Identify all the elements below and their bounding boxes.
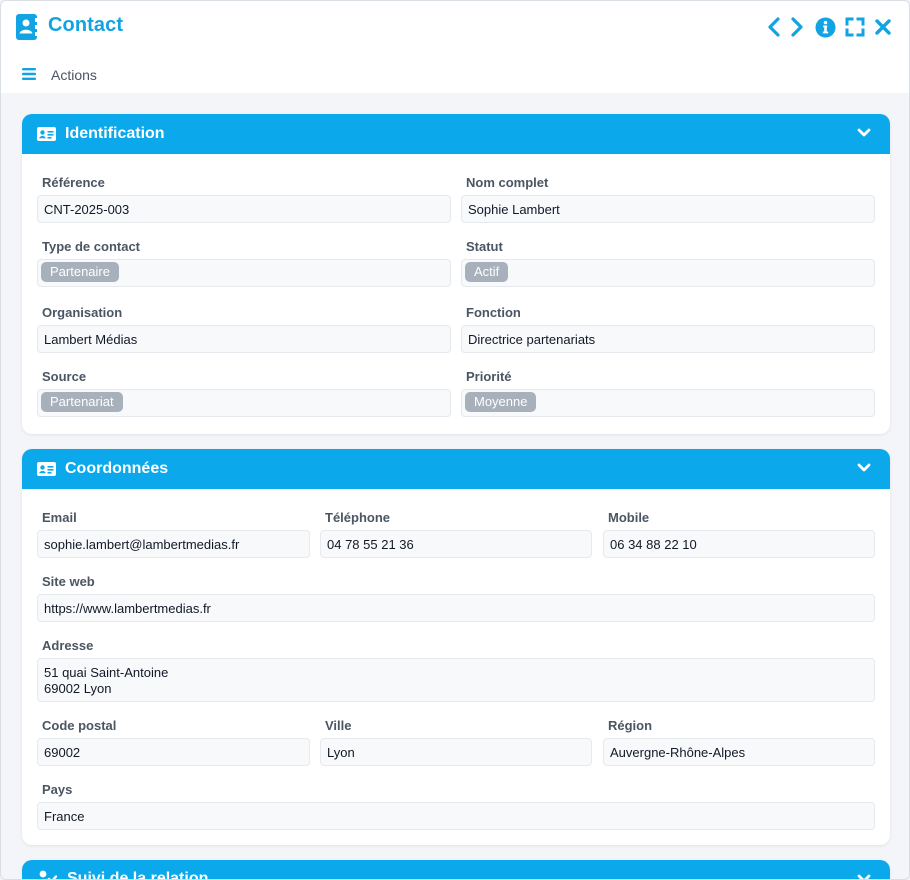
identification-title: Identification xyxy=(65,125,165,142)
type-contact-tag: Partenaire xyxy=(41,262,119,282)
type-contact-label: Type de contact xyxy=(42,239,141,254)
priorite-field[interactable]: Moyenne xyxy=(461,389,875,417)
close-icon xyxy=(875,19,891,35)
window-title: Contact xyxy=(48,14,124,36)
coordonnees-header[interactable]: Coordonnées xyxy=(22,449,890,489)
adresse-field[interactable]: 51 quai Saint-Antoine 69002 Lyon xyxy=(37,658,875,702)
previous-record-button[interactable] xyxy=(763,15,785,39)
email-label: Email xyxy=(42,510,77,525)
contact-window: Contact Actions Identification Référence… xyxy=(0,0,910,880)
chevron-left-icon xyxy=(768,17,780,37)
id-card-icon xyxy=(37,127,56,141)
organisation-field[interactable]: Lambert Médias xyxy=(37,325,451,353)
id-card-icon xyxy=(37,462,56,476)
chevron-down-icon[interactable] xyxy=(857,128,871,138)
info-button[interactable] xyxy=(814,15,836,39)
info-circle-icon xyxy=(815,17,835,37)
fonction-field[interactable]: Directrice partenariats xyxy=(461,325,875,353)
pays-label: Pays xyxy=(42,782,73,797)
statut-tag: Actif xyxy=(465,262,509,282)
priorite-label: Priorité xyxy=(466,369,512,384)
coordonnees-title: Coordonnées xyxy=(65,460,169,477)
code-postal-field[interactable]: 69002 xyxy=(37,738,310,766)
code-postal-label: Code postal xyxy=(42,718,117,733)
email-field[interactable]: sophie.lambert@lambertmedias.fr xyxy=(37,530,310,558)
mobile-field[interactable]: 06 34 88 22 10 xyxy=(603,530,875,558)
identification-section: Identification Référence CNT-2025-003 No… xyxy=(22,114,890,434)
pays-field[interactable]: France xyxy=(37,802,875,830)
reference-field[interactable]: CNT-2025-003 xyxy=(37,195,451,223)
priorite-tag: Moyenne xyxy=(465,392,537,412)
reference-label: Référence xyxy=(42,175,105,190)
source-field[interactable]: Partenariat xyxy=(37,389,451,417)
ville-field[interactable]: Lyon xyxy=(320,738,592,766)
expand-icon xyxy=(845,17,865,37)
hamburger-icon[interactable] xyxy=(22,68,36,80)
suivi-section: Suivi de la relation xyxy=(22,860,890,880)
statut-label: Statut xyxy=(466,239,503,254)
statut-field[interactable]: Actif xyxy=(461,259,875,287)
next-record-button[interactable] xyxy=(786,15,808,39)
actions-menu[interactable]: Actions xyxy=(51,67,97,83)
suivi-header[interactable]: Suivi de la relation xyxy=(22,860,890,880)
type-contact-field[interactable]: Partenaire xyxy=(37,259,451,287)
ville-label: Ville xyxy=(325,718,352,733)
source-tag: Partenariat xyxy=(41,392,123,412)
telephone-label: Téléphone xyxy=(325,510,391,525)
source-label: Source xyxy=(42,369,87,384)
site-web-label: Site web xyxy=(42,574,95,589)
region-field[interactable]: Auvergne-Rhône-Alpes xyxy=(603,738,875,766)
action-bar: Actions xyxy=(1,53,909,93)
chevron-right-icon xyxy=(791,17,803,37)
organisation-label: Organisation xyxy=(42,305,123,320)
address-book-icon xyxy=(16,14,37,40)
chevron-down-icon[interactable] xyxy=(857,874,871,880)
region-label: Région xyxy=(608,718,653,733)
title-bar: Contact xyxy=(1,1,909,53)
fonction-label: Fonction xyxy=(466,305,521,320)
site-web-field[interactable]: https://www.lambertmedias.fr xyxy=(37,594,875,622)
close-button[interactable] xyxy=(872,15,894,39)
user-handshake-icon xyxy=(39,870,57,879)
identification-header[interactable]: Identification xyxy=(22,114,890,154)
suivi-title: Suivi de la relation xyxy=(67,870,209,880)
telephone-field[interactable]: 04 78 55 21 36 xyxy=(320,530,592,558)
nom-complet-label: Nom complet xyxy=(466,175,549,190)
coordonnees-section: Coordonnées Email sophie.lambert@lambert… xyxy=(22,449,890,845)
nom-complet-field[interactable]: Sophie Lambert xyxy=(461,195,875,223)
mobile-label: Mobile xyxy=(608,510,650,525)
chevron-down-icon[interactable] xyxy=(857,463,871,473)
fullscreen-button[interactable] xyxy=(844,15,866,39)
adresse-label: Adresse xyxy=(42,638,94,653)
